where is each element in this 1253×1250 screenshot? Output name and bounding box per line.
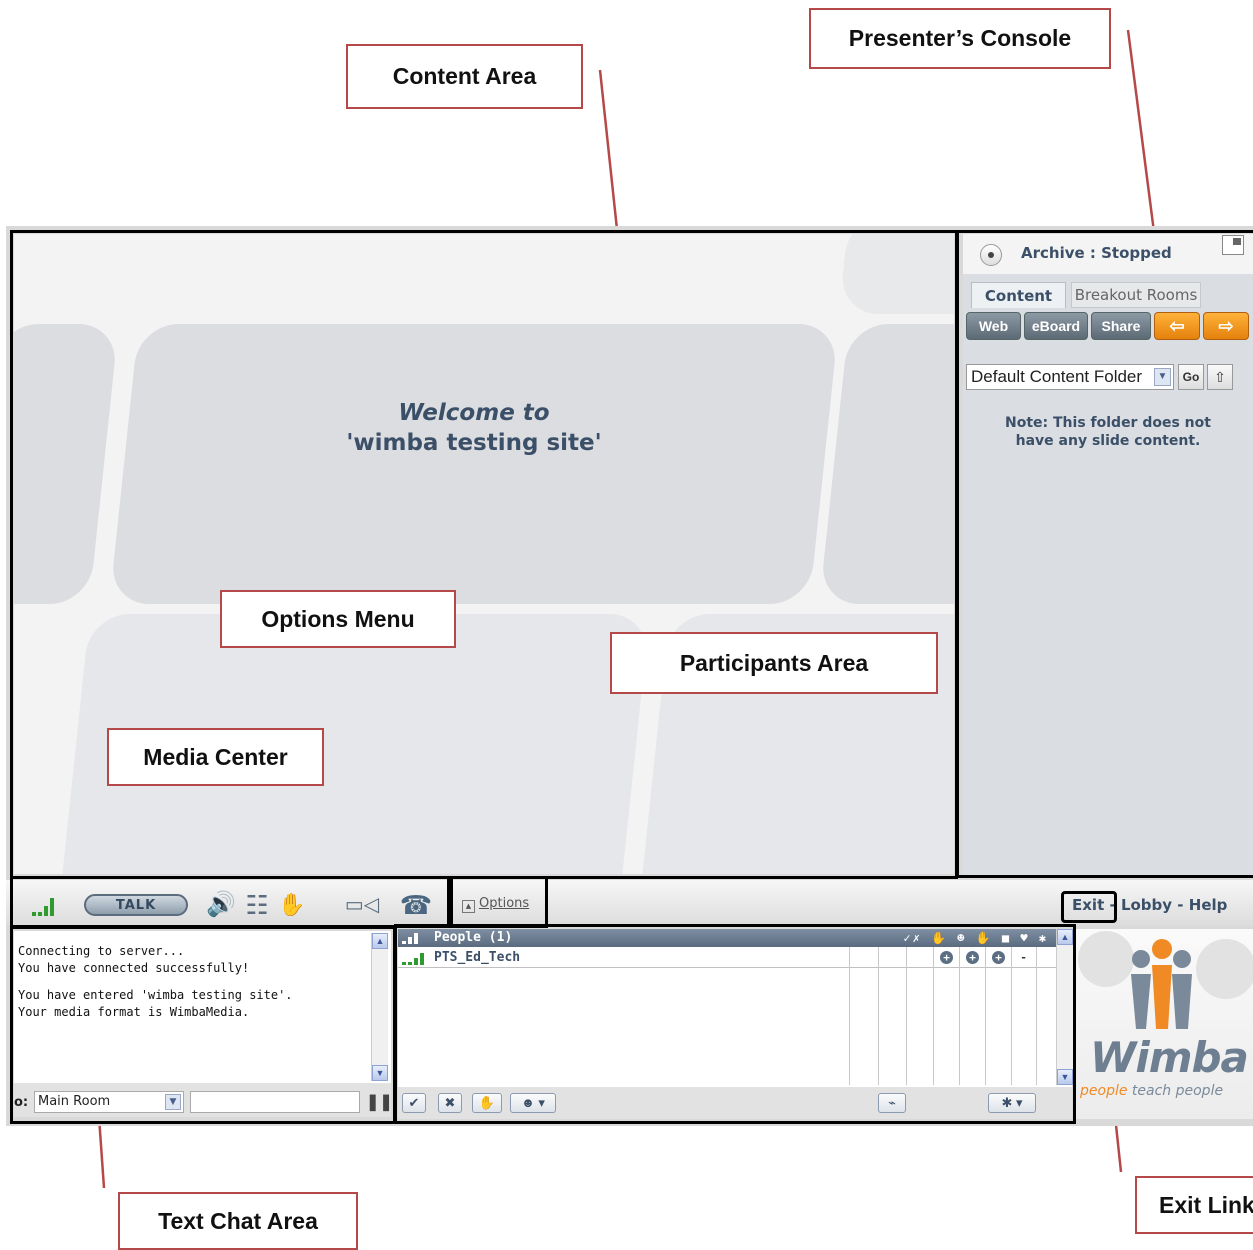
callout-participants-area: Participants Area — [610, 632, 938, 694]
text-chat-frame — [10, 926, 396, 1124]
callout-options-menu: Options Menu — [220, 590, 456, 648]
wimba-logo: Wimba people teach people — [1076, 929, 1253, 1119]
leader-presenters-console — [1126, 29, 1156, 233]
callout-text-chat-area: Text Chat Area — [118, 1192, 358, 1250]
help-link[interactable]: Help — [1189, 896, 1228, 914]
lobby-link[interactable]: Lobby — [1121, 896, 1172, 914]
participants-frame — [394, 924, 1076, 1124]
link-separator: - — [1177, 896, 1184, 914]
presenters-console-frame — [956, 230, 1253, 878]
callout-exit-link: Exit Link — [1135, 1176, 1253, 1234]
people-figures-logo-icon — [1078, 931, 1253, 1029]
options-menu-frame — [450, 876, 548, 928]
wimba-tagline: people teach people — [1080, 1083, 1224, 1099]
wimba-wordmark: Wimba — [1090, 1033, 1249, 1082]
media-center-frame — [10, 876, 450, 928]
exit-link-frame — [1061, 891, 1117, 923]
callout-presenters-console: Presenter’s Console — [809, 8, 1111, 69]
callout-media-center: Media Center — [107, 728, 324, 786]
callout-content-area: Content Area — [346, 44, 583, 109]
